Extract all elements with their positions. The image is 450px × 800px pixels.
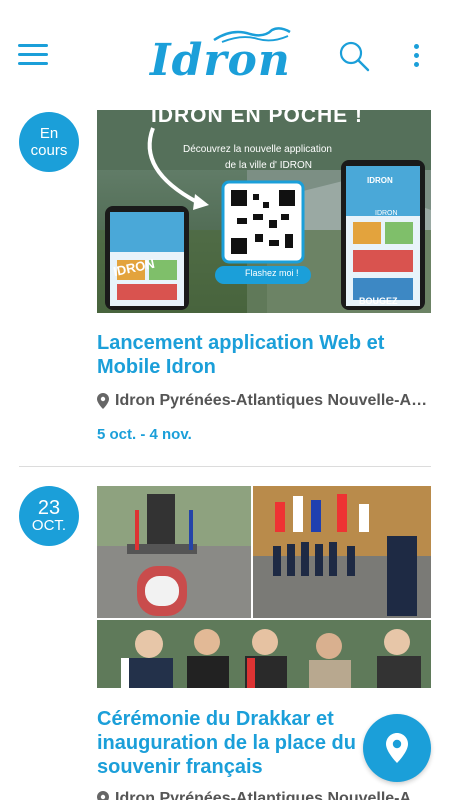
idron-logo[interactable]: Idron	[150, 22, 300, 86]
event-image[interactable]	[97, 486, 431, 688]
event-title[interactable]: Lancement application Web et Mobile Idro…	[97, 331, 417, 379]
badge-day: 23	[37, 497, 61, 519]
badge-line-1: En	[39, 125, 59, 142]
more-vertical-icon[interactable]	[410, 44, 422, 68]
divider	[19, 466, 431, 467]
poster-subline-1: Découvrez la nouvelle application	[183, 144, 332, 155]
map-button[interactable]	[363, 714, 431, 782]
event-image[interactable]: IDRON EN POCHE ! Découvrez la nouvelle a…	[97, 110, 431, 313]
badge-line-2: cours	[30, 142, 68, 159]
poster-subline-2: de la ville d' IDRON	[225, 160, 312, 171]
badge-month: OCT.	[31, 517, 67, 534]
date-badge: 23 OCT.	[19, 486, 79, 546]
poster-phone-label: IDRON	[367, 176, 393, 185]
event-location-text: Idron Pyrénées-Atlantiques Nouvelle-Aqui…	[115, 790, 431, 800]
event-dates: 5 oct. - 4 nov.	[97, 426, 192, 443]
search-icon[interactable]	[338, 40, 370, 72]
map-pin-icon	[386, 733, 408, 763]
location-pin-icon	[97, 791, 109, 800]
event-title[interactable]: Cérémonie du Drakkar et inauguration de …	[97, 707, 377, 779]
poster-headline: IDRON EN POCHE !	[151, 110, 364, 127]
hamburger-menu-icon[interactable]	[18, 44, 48, 68]
location-pin-icon	[97, 393, 109, 409]
event-location: Idron Pyrénées-Atlantiques Nouvelle-Aqui…	[97, 790, 431, 800]
poster-sticker-2: BOUGEZ	[359, 296, 398, 306]
date-badge: En cours	[19, 112, 79, 172]
logo-text: Idron	[150, 35, 291, 86]
poster-flash-button: Flashez moi !	[245, 268, 299, 278]
poster-phone-label-2: IDRON	[375, 210, 398, 217]
event-location: Idron Pyrénées-Atlantiques Nouvelle-Aqui…	[97, 392, 431, 410]
event-location-text: Idron Pyrénées-Atlantiques Nouvelle-Aqui…	[115, 392, 431, 409]
app-header: Idron	[0, 0, 450, 104]
